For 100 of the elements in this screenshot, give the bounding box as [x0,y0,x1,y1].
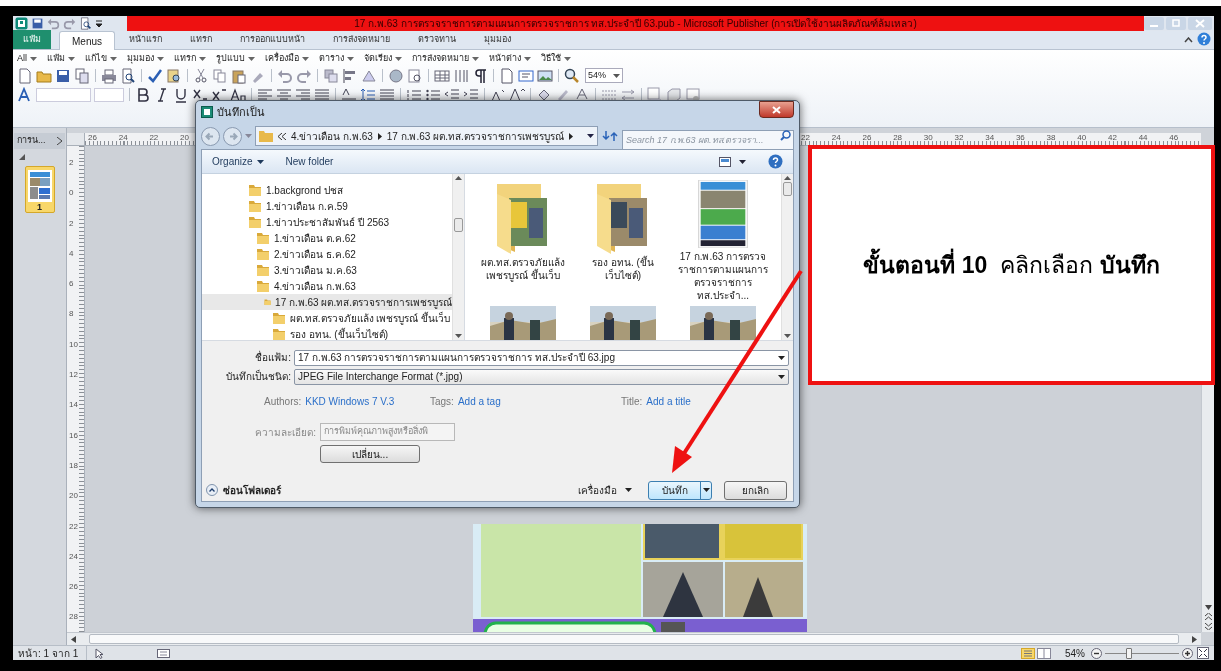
paragraph-mark-icon[interactable] [472,67,488,84]
align-left-icon[interactable] [257,86,273,103]
file-name-field[interactable]: 17 ก.พ.63 การตรวจราชการตามแผนการตรวจราชการ ทส.ประจำปี 63.jpg [294,349,789,366]
character-spacing-icon[interactable] [341,86,357,103]
picture-icon[interactable] [537,67,553,84]
search-field[interactable]: Search 17 ก.พ.63 ผต.ทส.ตรวจรา... [622,130,794,150]
breadcrumb-item[interactable]: 17 ก.พ.63 ผต.ทส.ตรวจราชการเพชรบูรณ์ [386,128,564,144]
grow-font-icon[interactable] [509,86,525,103]
close-button[interactable] [759,101,794,118]
spelling-icon[interactable] [147,67,163,84]
scroll-down-icon[interactable] [1204,605,1212,610]
superscript-icon[interactable] [211,86,227,103]
tools-button[interactable]: เครื่องมือ [578,482,632,498]
metadata-value[interactable]: Add a tag [457,393,501,409]
ribbon-tab[interactable]: ตรวจทาน [404,30,470,49]
font-name-field[interactable] [36,87,91,102]
address-bar[interactable]: 4.ข่าวเดือน ก.พ.63 17 ก.พ.63 ผต.ทส.ตรวจราชการเพชรบูรณ์ [255,126,598,146]
minimize-ribbon-icon[interactable] [1184,37,1193,43]
breadcrumb-arrow-icon[interactable] [568,132,573,140]
cut-icon[interactable] [193,67,209,84]
menu-item[interactable]: รูปแบบ [216,52,255,66]
ribbon-tab[interactable]: แทรก [176,30,226,49]
document-thumbnail[interactable] [698,180,748,248]
search-icon[interactable] [780,130,791,141]
cancel-button[interactable]: ยกเลิก [724,480,787,500]
scroll-up-icon[interactable] [784,176,791,180]
folder-tree-item[interactable]: 1.ข่าวเดือน ต.ค.62 [202,230,452,246]
folder-tree-item[interactable]: 1.backgrond ปชส [202,182,452,198]
caret-icon[interactable] [739,159,746,164]
wrap-text-icon[interactable] [685,86,701,103]
save-icon[interactable] [55,67,71,84]
scrollbar-thumb[interactable] [89,634,1179,644]
zoom-page-icon[interactable] [407,67,423,84]
expand-pane-icon[interactable] [57,137,62,145]
zoom-in-icon[interactable] [1182,647,1193,659]
file-name[interactable]: ผต.ทส.ตรวจภัยแล้ง เพชรบูรณ์ ขึ้นเว็บ [475,256,571,282]
redo-icon[interactable] [296,67,312,84]
caret-icon[interactable] [625,488,632,492]
underline-icon[interactable] [173,86,189,103]
menu-item[interactable]: การส่งจดหมาย [412,52,479,66]
pages-icon[interactable] [74,67,90,84]
align-icon[interactable] [342,67,358,84]
print-preview-icon[interactable] [79,17,92,30]
ribbon-tab[interactable]: มุมมอง [470,30,525,49]
ribbon-tab[interactable]: Menus [59,31,115,50]
file-name[interactable]: 17 ก.พ.63 การตรวจราชการตามแผนการตรวจราชการ ทส.ประจำ... [675,250,771,302]
scrollbar-thumb[interactable] [454,218,463,232]
table-icon[interactable] [434,67,450,84]
caret-icon[interactable] [778,355,785,360]
customize-toolbar-icon[interactable] [95,18,103,29]
file-tab[interactable]: แฟ้ม [13,30,51,49]
zoom-dropdown[interactable]: 54% [585,68,623,83]
folder-tree-item[interactable]: 2.ข่าวเดือน ธ.ค.62 [202,246,452,262]
align-center-icon[interactable] [276,86,292,103]
breadcrumb-arrow-icon[interactable] [377,132,382,140]
app-icon[interactable] [15,17,28,30]
caret-icon[interactable] [613,73,620,78]
overflow-chevron-icon[interactable] [278,132,286,140]
previous-page-icon[interactable] [1204,613,1212,620]
print-preview-icon[interactable] [120,67,136,84]
research-icon[interactable] [166,67,182,84]
menu-item[interactable]: แทรก [174,52,206,66]
menu-item[interactable]: แก้ไข [85,52,117,66]
menu-item[interactable]: จัดเรียง [364,52,402,66]
scroll-up-icon[interactable] [455,176,462,180]
font-style-icon[interactable] [17,86,33,103]
object-position-icon[interactable] [157,648,171,658]
page-thumbnail[interactable]: 1 [24,166,55,213]
scroll-down-icon[interactable] [455,334,462,338]
vertical-scrollbar[interactable] [452,174,464,340]
help-icon[interactable] [768,154,783,169]
collapse-icon[interactable] [19,154,25,160]
menu-item[interactable]: แฟ้ม [47,52,75,66]
paste-icon[interactable] [231,67,247,84]
vertical-scrollbar[interactable] [781,174,793,340]
help-icon[interactable] [1197,32,1211,46]
printer-icon[interactable] [101,67,117,84]
menu-item[interactable]: เครื่องมือ [265,52,309,66]
ribbon-tab[interactable]: หน้าแรก [115,30,176,49]
menu-item[interactable]: วิธีใช้ [541,52,571,66]
scroll-left-icon[interactable] [71,635,76,643]
hide-folders-button[interactable]: ซ่อนโฟลเดอร์ [206,482,281,498]
horizontal-scrollbar[interactable] [67,632,1201,645]
save-icon[interactable] [31,17,44,30]
shadow-icon[interactable] [647,86,663,103]
next-page-icon[interactable] [1204,623,1212,630]
single-page-view-icon[interactable] [1021,647,1035,659]
caret-icon[interactable] [587,134,594,138]
menu-item[interactable]: หน้าต่าง [489,52,531,66]
caret-icon[interactable] [778,374,785,379]
view-icon[interactable] [719,156,731,167]
fit-page-icon[interactable] [1197,647,1209,659]
folder-tree-item[interactable]: รอง อทน. (ขึ้นเว็บไซต์) [202,326,452,340]
file-name[interactable]: รอง อทน. (ขึ้นเว็บไซต์) [575,256,671,282]
folder-tree-item[interactable]: 1.ข่าวประชาสัมพันธ์ ปี 2563 [202,214,452,230]
caret-icon[interactable] [256,159,264,164]
menu-item[interactable]: ตาราง [319,52,354,66]
organize-button[interactable]: Organize [212,154,264,169]
slider-thumb[interactable] [1126,647,1133,659]
line-spacing-icon[interactable] [360,86,376,103]
